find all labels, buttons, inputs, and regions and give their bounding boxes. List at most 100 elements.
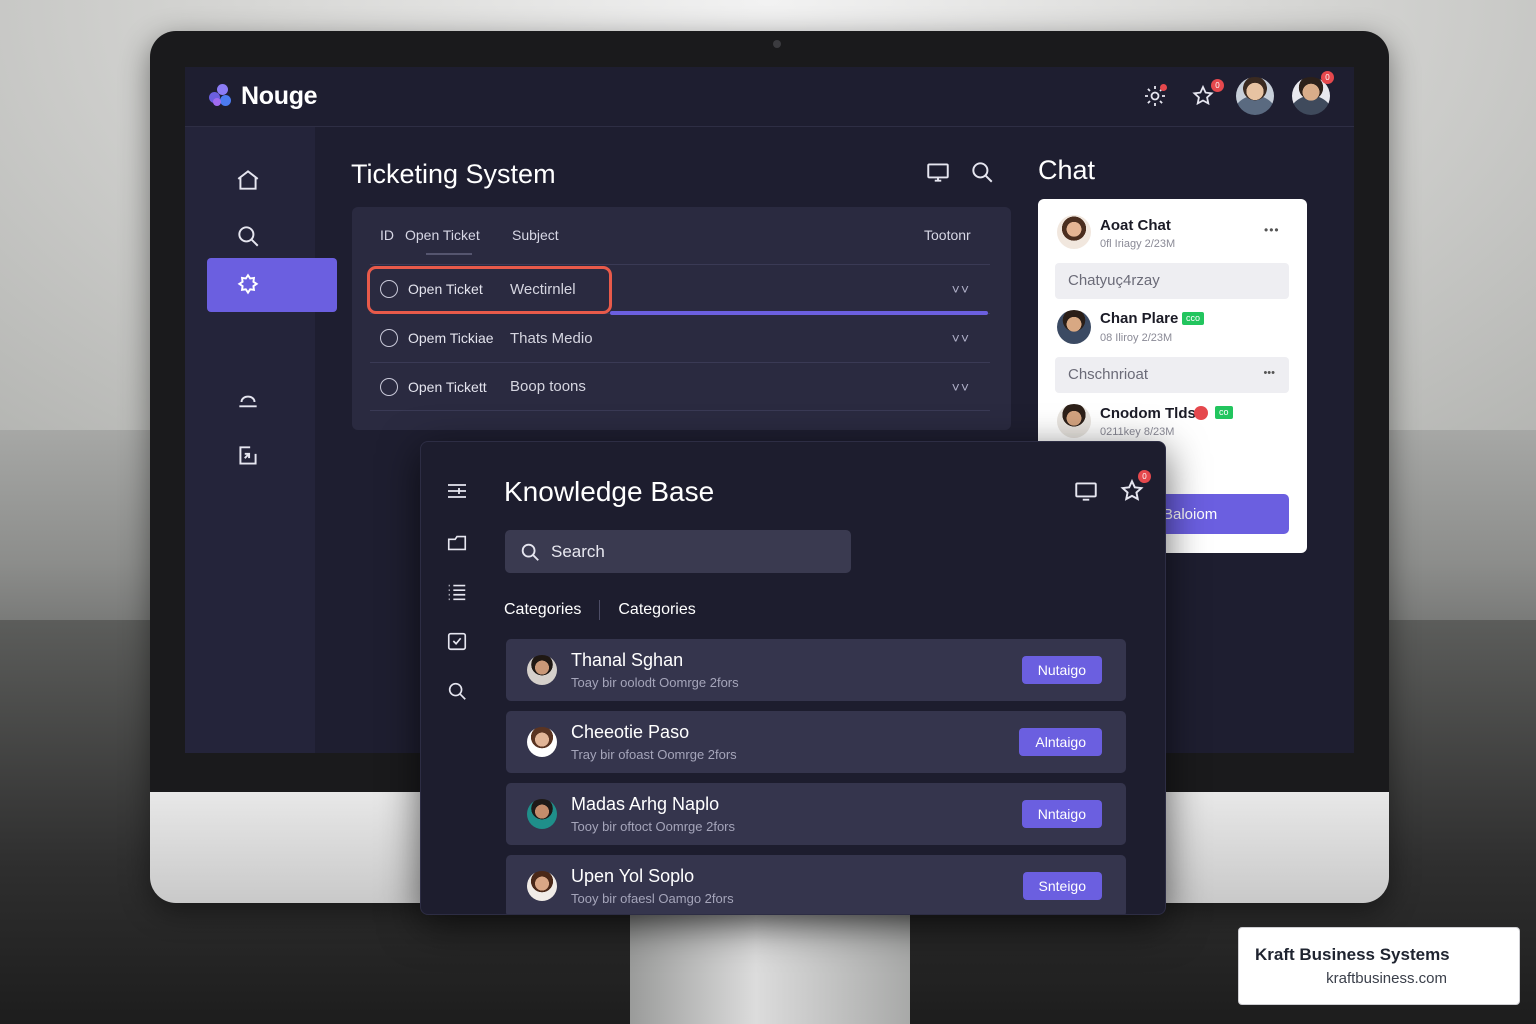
- menu-icon[interactable]: [444, 478, 470, 504]
- article-subtitle: Toay bir oolodt Oomrge 2fors: [571, 675, 739, 690]
- tab-divider: [599, 600, 601, 620]
- kb-category-tabs: Categories Categories: [504, 600, 696, 620]
- article-tag-button[interactable]: Alntaigo: [1019, 728, 1102, 756]
- user-avatar[interactable]: [1236, 77, 1274, 115]
- ticket-table: ID Open Ticket Subject Tootonr Open Tick…: [352, 207, 1011, 430]
- chat-message-preview[interactable]: Chatyuç4rzay: [1055, 263, 1289, 299]
- article-subtitle: Tray bir ofoast Oomrge 2fors: [571, 747, 737, 762]
- ticket-progress-bar: [610, 311, 988, 315]
- chat-timestamp: 0fl Iriagy 2/23M: [1100, 238, 1176, 250]
- status-badge: cco: [1182, 312, 1205, 325]
- checklist-icon[interactable]: [444, 628, 470, 654]
- search-icon: [238, 226, 259, 247]
- top-bar: Nouge 0 0: [185, 67, 1354, 127]
- brand-name: Kraft Business Systems: [1255, 945, 1450, 964]
- notification-badge: 0: [1211, 79, 1224, 92]
- article-title: Madas Arhg Naplo: [571, 794, 720, 814]
- chat-title: Chat: [1038, 155, 1096, 185]
- column-header-action[interactable]: Tootonr: [924, 227, 971, 243]
- sidebar-item-search[interactable]: [207, 209, 337, 263]
- chat-contact-name[interactable]: Aoat Chat: [1100, 217, 1171, 234]
- column-header-subject[interactable]: Subject: [512, 227, 559, 243]
- avatar: [527, 871, 557, 901]
- row-expand-icon[interactable]: ˅˅: [952, 379, 970, 395]
- avatar[interactable]: [1057, 310, 1091, 344]
- list-item[interactable]: Cheeotie Paso Tray bir ofoast Oomrge 2fo…: [506, 711, 1126, 773]
- alert-icon: [1194, 406, 1208, 420]
- app-logo[interactable]: Nouge: [209, 82, 318, 111]
- kb-search-input[interactable]: [551, 541, 831, 562]
- list-item[interactable]: Upen Yol Soplo Tooy bir ofaesl Oamgo 2fo…: [506, 855, 1126, 914]
- tab-categories[interactable]: Categories: [504, 601, 581, 619]
- chat-icon[interactable]: [1073, 478, 1099, 504]
- list-item[interactable]: Thanal Sghan Toay bir oolodt Oomrge 2for…: [506, 639, 1126, 701]
- selected-ticket-highlight: [367, 266, 612, 314]
- ticket-row[interactable]: Open Tickett Boop toons ˅˅: [370, 362, 990, 411]
- webcam-dot: [773, 40, 781, 48]
- settings-dot: [1160, 84, 1167, 91]
- kb-sidebar: [421, 442, 491, 914]
- avatar: [527, 727, 557, 757]
- ticket-status-icon: [380, 329, 398, 347]
- status-badge: co: [1215, 406, 1233, 419]
- notifications-icon[interactable]: 0: [1188, 79, 1224, 111]
- chat-timestamp: 0211key 8/23M: [1100, 426, 1175, 438]
- chat-message-preview[interactable]: Chschnrioat •••: [1055, 357, 1289, 393]
- article-title: Cheeotie Paso: [571, 722, 690, 742]
- sidebar-item-tickets[interactable]: [207, 258, 337, 312]
- more-options-icon[interactable]: •••: [1263, 367, 1275, 379]
- sidebar-item-home[interactable]: [207, 153, 337, 207]
- folder-icon[interactable]: [444, 530, 470, 556]
- knowledge-base-window: Knowledge Base 0 Categories Categories T…: [420, 441, 1166, 915]
- column-header-id[interactable]: ID: [380, 227, 394, 243]
- search-icon: [521, 543, 539, 561]
- search-icon[interactable]: [969, 159, 995, 185]
- column-header-status[interactable]: Open Ticket: [405, 227, 480, 243]
- brand-card: Kraft Business Systems kraftbusiness.com: [1238, 927, 1520, 1005]
- ticket-status: Opem Tickiae: [408, 330, 494, 346]
- avatar[interactable]: [1057, 404, 1091, 438]
- row-expand-icon[interactable]: ˅˅: [952, 281, 970, 297]
- ticket-status: Open Tickett: [408, 378, 487, 395]
- logo-mark-icon: [209, 83, 235, 110]
- search-icon[interactable]: [444, 678, 470, 704]
- app-name: Nouge: [241, 82, 318, 110]
- main-sidebar: [185, 127, 337, 753]
- report-icon: [239, 446, 257, 465]
- monitor-icon[interactable]: [925, 159, 951, 185]
- chat-contact-name[interactable]: Chan Plare: [1100, 310, 1178, 327]
- article-subtitle: Tooy bir ofaesl Oamgo 2fors: [571, 891, 734, 906]
- profile-avatar[interactable]: 0: [1292, 71, 1334, 115]
- article-tag-button[interactable]: Nutaigo: [1021, 656, 1102, 684]
- chat-timestamp: 08 Iliroy 2/23M: [1100, 332, 1173, 344]
- article-title: Thanal Sghan: [571, 650, 684, 670]
- more-options-icon[interactable]: •••: [1264, 223, 1280, 237]
- settings-icon[interactable]: [1140, 81, 1170, 111]
- brand-url[interactable]: kraftbusiness.com: [1326, 970, 1447, 987]
- kb-notifications-icon[interactable]: 0: [1119, 470, 1151, 509]
- sidebar-item-reports[interactable]: [207, 429, 337, 483]
- list-item[interactable]: Madas Arhg Naplo Tooy bir oftoct Oomrge …: [506, 783, 1126, 845]
- kb-notification-badge: 0: [1138, 470, 1151, 483]
- ticket-status-icon: [380, 377, 398, 396]
- article-tag-button[interactable]: Snteigo: [1022, 872, 1102, 900]
- chat-contact-name[interactable]: Cnodom Tlds: [1100, 405, 1196, 422]
- kb-title: Knowledge Base: [504, 476, 715, 507]
- article-title: Upen Yol Soplo: [571, 866, 695, 886]
- home-icon: [237, 170, 259, 190]
- inbox-icon: [239, 395, 257, 408]
- ticket-subject: Boop toons: [510, 378, 586, 395]
- row-expand-icon[interactable]: ˅˅: [952, 330, 970, 346]
- column-underline: [426, 253, 472, 255]
- article-tag-button[interactable]: Nntaigo: [1021, 800, 1102, 828]
- sidebar-item-inbox[interactable]: [207, 375, 337, 429]
- avatar[interactable]: [1057, 215, 1091, 249]
- list-icon[interactable]: [444, 579, 470, 605]
- support-icon: [237, 273, 259, 295]
- ticket-row[interactable]: Opem Tickiae Thats Medio ˅˅: [370, 313, 990, 362]
- monitor-stand: [630, 900, 910, 1024]
- tab-categories-secondary[interactable]: Categories: [618, 601, 695, 619]
- avatar: [527, 799, 557, 829]
- ticketing-title: Ticketing System: [351, 159, 556, 189]
- kb-search-bar[interactable]: [505, 530, 851, 573]
